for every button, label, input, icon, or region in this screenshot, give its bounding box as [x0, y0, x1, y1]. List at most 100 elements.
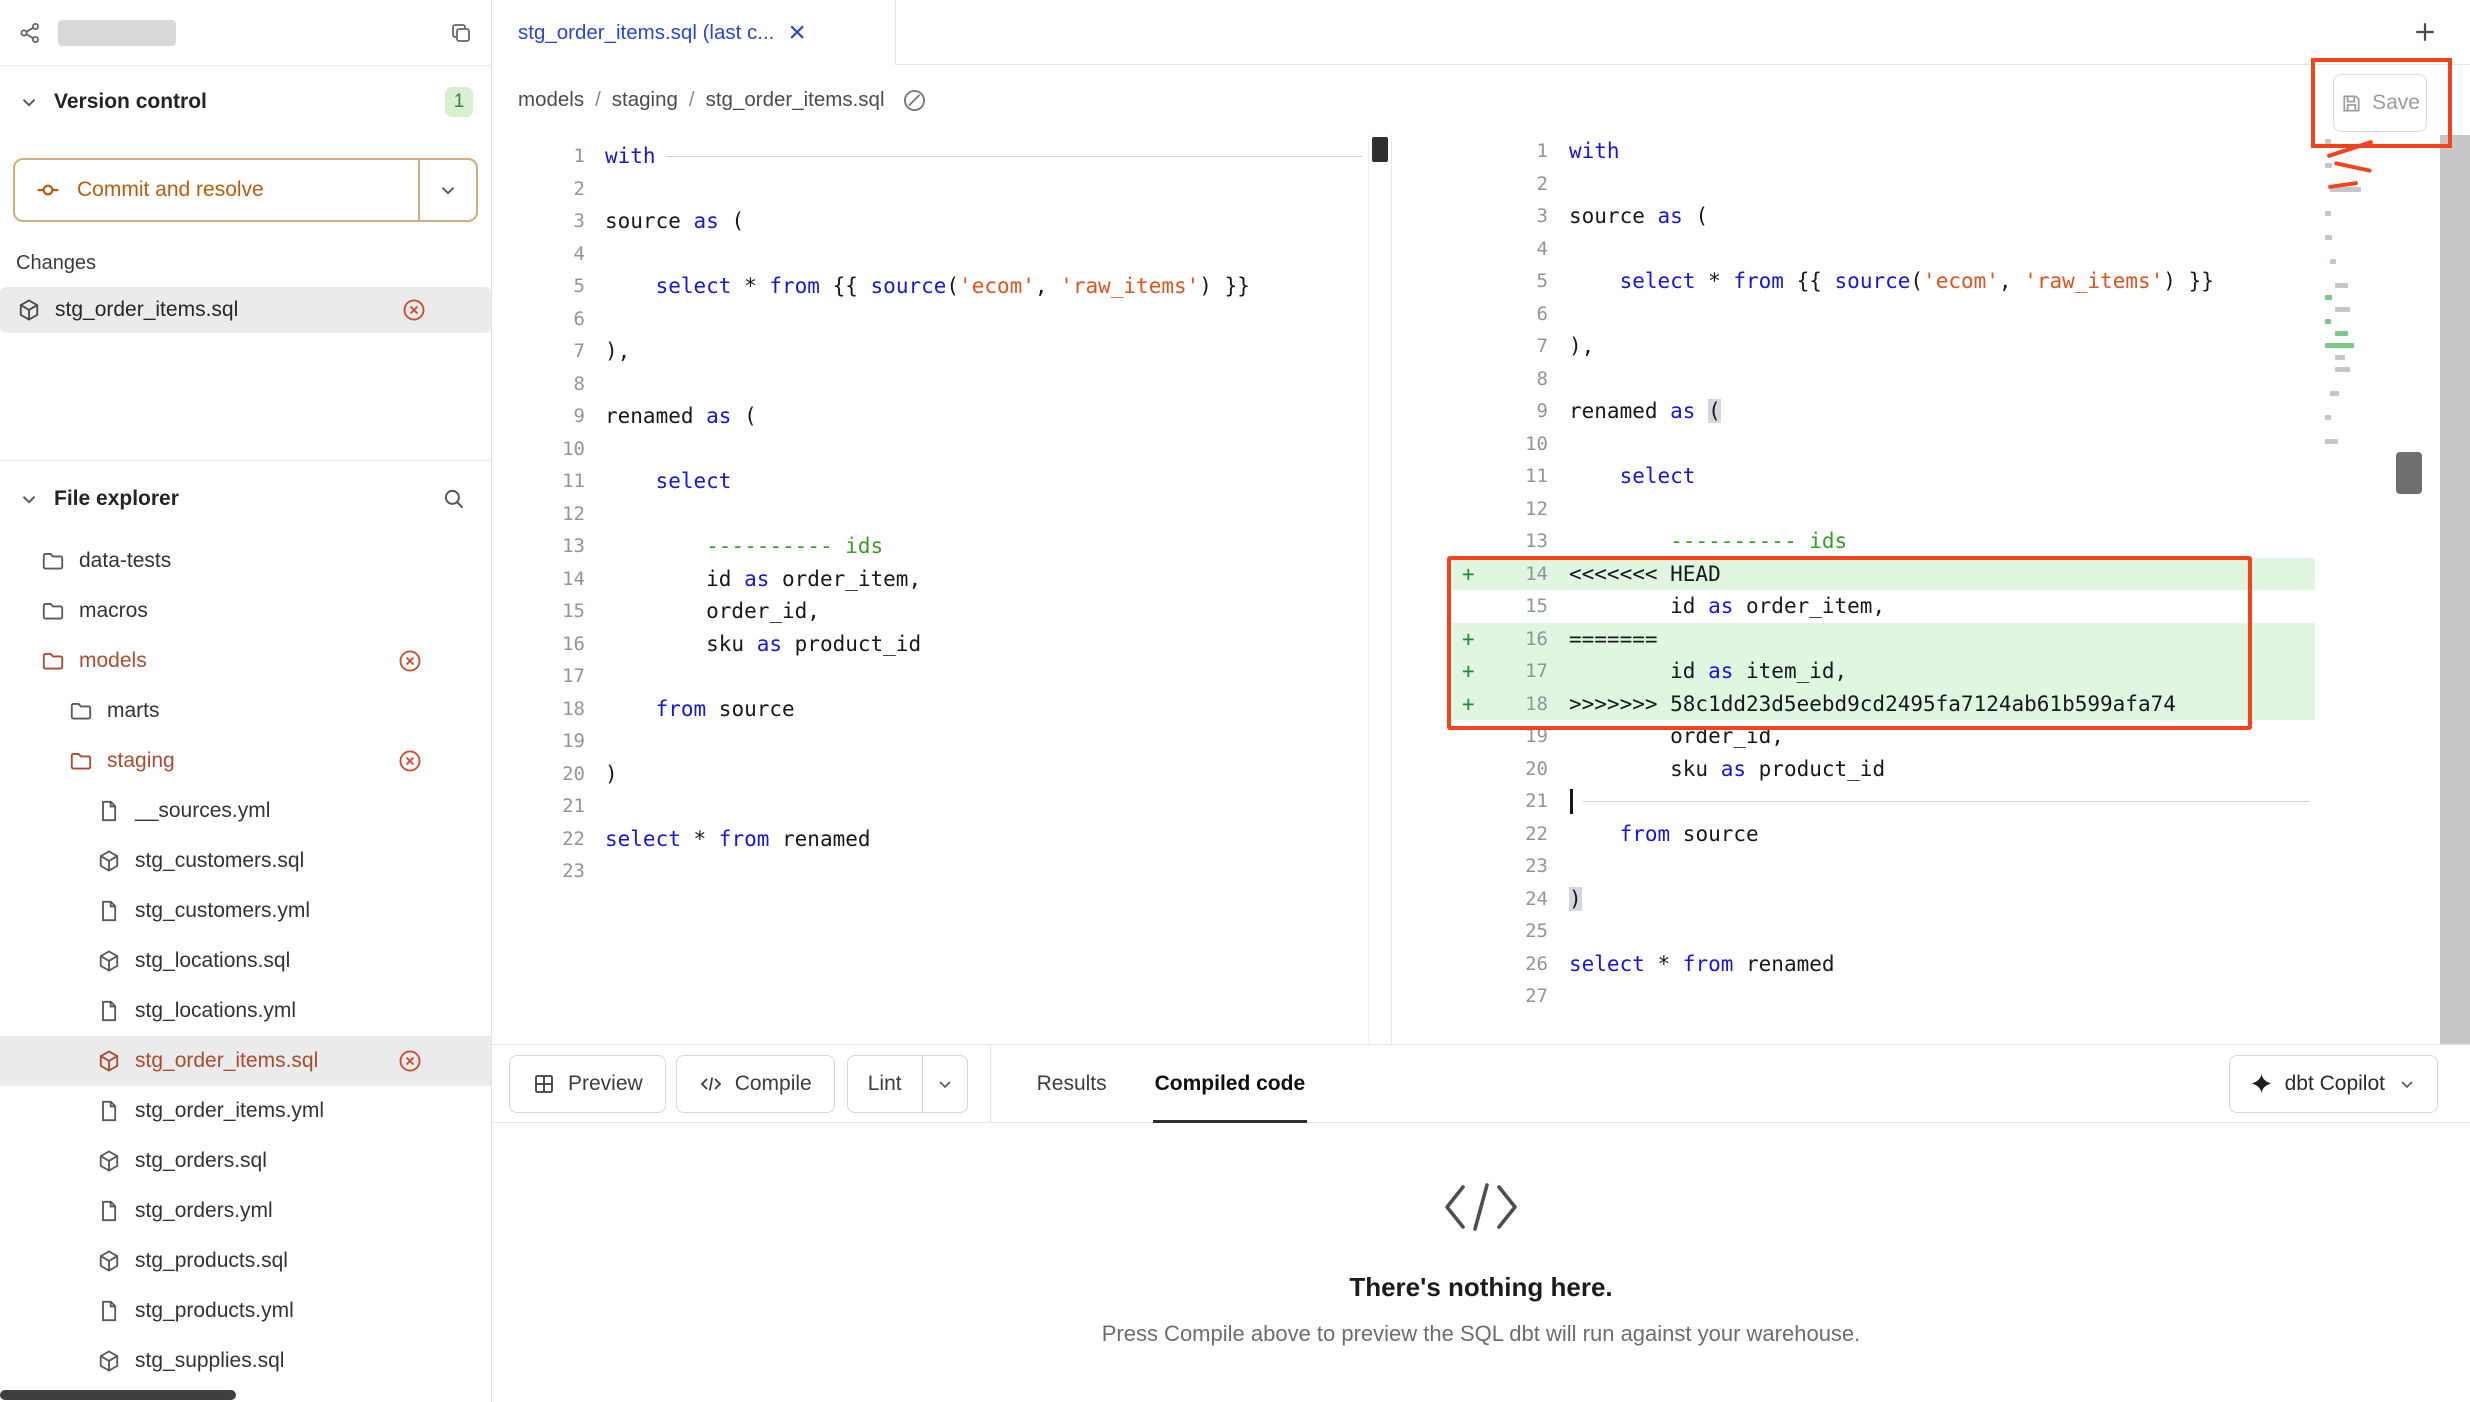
code-line-21[interactable]: 21 [1452, 785, 2315, 818]
minimap[interactable] [2325, 139, 2361, 499]
changed-file-stg_order_items.sql[interactable]: stg_order_items.sql [0, 287, 491, 333]
code-line-9[interactable]: 9renamed as ( [1452, 395, 2315, 428]
preview-button[interactable]: Preview [509, 1055, 666, 1113]
code-line-18[interactable]: 18 from source [492, 693, 1368, 726]
code-line-20[interactable]: 20 sku as product_id [1452, 753, 2315, 786]
code-line-13[interactable]: 13 ---------- ids [1452, 525, 2315, 558]
lint-options-dropdown[interactable] [922, 1056, 967, 1112]
code-line-2[interactable]: 2 [1452, 168, 2315, 201]
diff-pane-modified[interactable]: 1with23source as (45 select * from {{ so… [1452, 135, 2315, 1044]
close-tab-icon[interactable]: × [788, 20, 806, 46]
version-control-header[interactable]: Version control 1 [0, 66, 491, 138]
code-line-8[interactable]: 8 [492, 368, 1368, 401]
code-line-15[interactable]: 15 order_id, [492, 595, 1368, 628]
tab-compiled-code[interactable]: Compiled code [1153, 1045, 1308, 1122]
code-line-17[interactable]: +17 id as item_id, [1452, 655, 2315, 688]
code-line-23[interactable]: 23 [492, 855, 1368, 888]
code-line-7[interactable]: 7), [492, 335, 1368, 368]
code-line-10[interactable]: 10 [1452, 428, 2315, 461]
code-line-27[interactable]: 27 [1452, 980, 2315, 1013]
breadcrumb-item-models[interactable]: models [518, 88, 584, 112]
code-line-1[interactable]: 1with [1452, 135, 2315, 168]
discard-changes-icon[interactable] [397, 748, 423, 774]
code-line-9[interactable]: 9renamed as ( [492, 400, 1368, 433]
diff-pane-original[interactable]: 1with23source as (45 select * from {{ so… [492, 135, 1392, 1044]
code-line-13[interactable]: 13 ---------- ids [492, 530, 1368, 563]
file-tree-item-stg_products.yml[interactable]: stg_products.yml [0, 1286, 491, 1336]
discard-changes-icon[interactable] [397, 648, 423, 674]
code-line-22[interactable]: 22 from source [1452, 818, 2315, 851]
discard-changes-icon[interactable] [397, 1048, 423, 1074]
commit-options-dropdown[interactable] [418, 160, 476, 220]
code-line-19[interactable]: 19 order_id, [1452, 720, 2315, 753]
file-tree-item-staging[interactable]: staging [0, 736, 491, 786]
code-line-16[interactable]: 16 sku as product_id [492, 628, 1368, 661]
code-line-21[interactable]: 21 [492, 790, 1368, 823]
code-line-11[interactable]: 11 select [492, 465, 1368, 498]
code-line-6[interactable]: 6 [1452, 298, 2315, 331]
code-line-17[interactable]: 17 [492, 660, 1368, 693]
new-tab-icon[interactable] [2410, 17, 2440, 47]
window-scrollbar-track[interactable] [2440, 135, 2470, 1044]
file-tree-item-stg_orders.sql[interactable]: stg_orders.sql [0, 1136, 491, 1186]
file-tree-item-marts[interactable]: marts [0, 686, 491, 736]
file-tree-item-macros[interactable]: macros [0, 586, 491, 636]
breadcrumb-item-stg_order_items.sql[interactable]: stg_order_items.sql [706, 88, 885, 112]
code-line-10[interactable]: 10 [492, 433, 1368, 466]
tab-results[interactable]: Results [1035, 1045, 1109, 1122]
horizontal-scrollbar-thumb[interactable] [0, 1390, 236, 1400]
commit-and-resolve-button[interactable]: Commit and resolve [15, 160, 418, 220]
lint-button[interactable]: Lint [848, 1056, 922, 1112]
file-tree-item-models[interactable]: models [0, 636, 491, 686]
file-tree-item-stg_order_items.sql[interactable]: stg_order_items.sql [0, 1036, 491, 1086]
code-line-25[interactable]: 25 [1452, 915, 2315, 948]
copy-icon[interactable] [449, 21, 473, 45]
code-line-4[interactable]: 4 [1452, 233, 2315, 266]
code-line-14[interactable]: 14 id as order_item, [492, 563, 1368, 596]
code-line-11[interactable]: 11 select [1452, 460, 2315, 493]
file-tree-item-__sources.yml[interactable]: __sources.yml [0, 786, 491, 836]
code-line-14[interactable]: +14<<<<<<< HEAD [1452, 558, 2315, 591]
code-line-5[interactable]: 5 select * from {{ source('ecom', 'raw_i… [492, 270, 1368, 303]
file-tree-item-stg_order_items.yml[interactable]: stg_order_items.yml [0, 1086, 491, 1136]
code-line-2[interactable]: 2 [492, 173, 1368, 206]
share-network-icon[interactable] [18, 21, 42, 45]
dbt-copilot-button[interactable]: dbt Copilot [2229, 1055, 2438, 1113]
file-tree-item-stg_supplies.sql[interactable]: stg_supplies.sql [0, 1336, 491, 1386]
tab-stg-order-items[interactable]: stg_order_items.sql (last c... × [492, 0, 896, 65]
compile-button[interactable]: Compile [676, 1055, 835, 1113]
file-status-icon[interactable] [901, 87, 928, 114]
code-line-3[interactable]: 3source as ( [492, 205, 1368, 238]
code-line-22[interactable]: 22select * from renamed [492, 823, 1368, 856]
code-line-3[interactable]: 3source as ( [1452, 200, 2315, 233]
code-line-23[interactable]: 23 [1452, 850, 2315, 883]
file-tree-item-stg_locations.yml[interactable]: stg_locations.yml [0, 986, 491, 1036]
file-tree-item-stg_customers.sql[interactable]: stg_customers.sql [0, 836, 491, 886]
code-line-26[interactable]: 26select * from renamed [1452, 948, 2315, 981]
code-line-12[interactable]: 12 [492, 498, 1368, 531]
code-line-6[interactable]: 6 [492, 303, 1368, 336]
file-tree-item-data-tests[interactable]: data-tests [0, 536, 491, 586]
code-line-24[interactable]: 24) [1452, 883, 2315, 916]
editor-scrollbar-thumb[interactable] [2396, 452, 2422, 494]
code-line-4[interactable]: 4 [492, 238, 1368, 271]
save-button[interactable]: Save [2333, 74, 2427, 132]
file-tree-item-stg_locations.sql[interactable]: stg_locations.sql [0, 936, 491, 986]
code-line-20[interactable]: 20) [492, 758, 1368, 791]
code-line-16[interactable]: +16======= [1452, 623, 2315, 656]
code-line-12[interactable]: 12 [1452, 493, 2315, 526]
code-line-15[interactable]: 15 id as order_item, [1452, 590, 2315, 623]
code-line-1[interactable]: 1with [492, 140, 1368, 173]
file-explorer-header[interactable]: File explorer [0, 460, 491, 536]
discard-changes-icon[interactable] [401, 297, 427, 323]
left-pane-scrollbar-thumb[interactable] [1372, 137, 1388, 162]
code-line-5[interactable]: 5 select * from {{ source('ecom', 'raw_i… [1452, 265, 2315, 298]
code-line-19[interactable]: 19 [492, 725, 1368, 758]
code-line-7[interactable]: 7), [1452, 330, 2315, 363]
left-pane-scrollbar[interactable] [1368, 135, 1391, 1044]
breadcrumb-item-staging[interactable]: staging [612, 88, 678, 112]
file-tree-item-stg_orders.yml[interactable]: stg_orders.yml [0, 1186, 491, 1236]
file-tree-item-stg_products.sql[interactable]: stg_products.sql [0, 1236, 491, 1286]
file-tree-item-stg_customers.yml[interactable]: stg_customers.yml [0, 886, 491, 936]
search-icon[interactable] [441, 486, 467, 512]
